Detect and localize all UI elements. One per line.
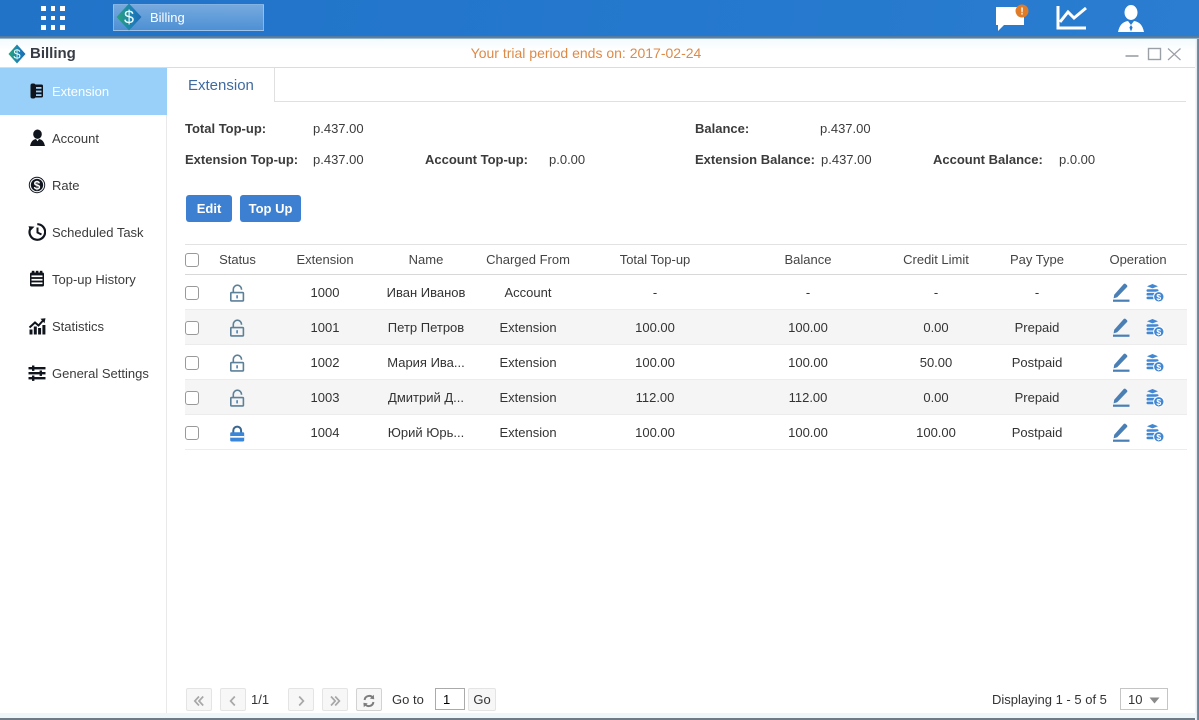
svg-text:$: $ [34,178,41,192]
svg-text:$: $ [124,8,134,28]
svg-text:!: ! [1020,7,1023,18]
